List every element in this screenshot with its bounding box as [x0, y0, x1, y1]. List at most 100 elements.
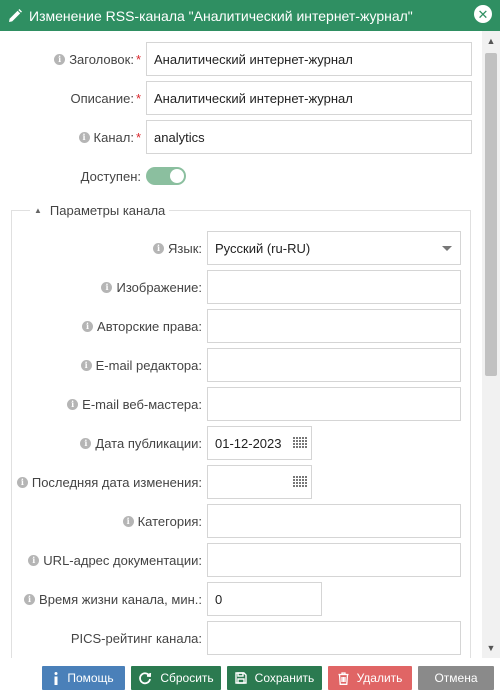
info-icon[interactable]: i	[80, 437, 92, 449]
info-icon[interactable]: i	[82, 320, 94, 332]
delete-button[interactable]: Удалить	[328, 666, 412, 690]
save-button[interactable]: Сохранить	[227, 666, 322, 690]
webmaster-email-row: i E-mail веб-мастера:	[0, 387, 482, 421]
image-input[interactable]	[207, 270, 461, 304]
scroll-down-icon[interactable]: ▼	[482, 640, 500, 656]
channel-params-legend[interactable]: ▲ Параметры канала	[30, 201, 170, 219]
title-input[interactable]: Аналитический интернет-журнал	[146, 42, 472, 76]
cancel-button[interactable]: Отмена	[418, 666, 494, 690]
image-label: i Изображение:	[0, 270, 202, 304]
description-input[interactable]: Аналитический интернет-журнал	[146, 81, 472, 115]
info-icon[interactable]: i	[28, 554, 40, 566]
category-input[interactable]	[207, 504, 461, 538]
editor-email-input[interactable]	[207, 348, 461, 382]
copyright-label: i Авторские права:	[0, 309, 202, 343]
copyright-label-text: Авторские права:	[97, 318, 202, 334]
required-mark: *	[135, 129, 141, 145]
last-build-row: i Последняя дата изменения:	[0, 465, 482, 499]
info-icon[interactable]: i	[78, 131, 90, 143]
info-icon	[53, 671, 59, 685]
description-label-text: Описание:	[70, 90, 134, 106]
category-row: i Категория:	[0, 504, 482, 538]
window-titlebar: Изменение RSS-канала "Аналитический инте…	[0, 0, 500, 31]
channel-label-text: Канал:	[93, 129, 134, 145]
info-icon[interactable]: i	[80, 359, 92, 371]
language-label-text: Язык:	[168, 240, 202, 256]
last-build-label: i Последняя дата изменения:	[0, 465, 202, 499]
trash-icon	[338, 671, 349, 685]
info-icon[interactable]: i	[101, 281, 113, 293]
chevron-down-icon	[442, 246, 452, 251]
description-label: Описание: *	[0, 81, 142, 115]
docs-label: i URL-адрес документации:	[0, 543, 202, 577]
image-row: i Изображение:	[0, 270, 482, 304]
ttl-row: i Время жизни канала, мин.: 0	[0, 582, 482, 616]
reset-button-label: Сбросить	[160, 671, 214, 685]
available-row: Доступен:	[0, 159, 482, 193]
ttl-label: i Время жизни канала, мин.:	[0, 582, 202, 616]
language-row: i Язык: Русский (ru-RU)	[0, 231, 482, 265]
title-row: i Заголовок: * Аналитический интернет-жур…	[0, 42, 482, 76]
pub-date-value: 01-12-2023	[215, 435, 282, 451]
help-button[interactable]: Помощь	[42, 666, 125, 690]
docs-row: i URL-адрес документации:	[0, 543, 482, 577]
save-button-label: Сохранить	[254, 671, 315, 685]
reset-button[interactable]: Сбросить	[131, 666, 221, 690]
editor-email-label: i E-mail редактора:	[0, 348, 202, 382]
scrollbar-thumb[interactable]	[485, 53, 497, 376]
pub-date-label-text: Дата публикации:	[95, 435, 202, 451]
calendar-icon[interactable]	[293, 476, 307, 489]
scroll-up-icon[interactable]: ▲	[482, 33, 500, 49]
description-row: Описание: * Аналитический интернет-журнал	[0, 81, 482, 115]
channel-input[interactable]: analytics	[146, 120, 472, 154]
ttl-input[interactable]: 0	[207, 582, 322, 616]
language-label: i Язык:	[0, 231, 202, 265]
calendar-icon[interactable]	[293, 437, 307, 450]
required-mark: *	[135, 90, 141, 106]
pub-date-input[interactable]: 01-12-2023	[207, 426, 312, 460]
category-label-text: Категория:	[137, 513, 202, 529]
pics-input[interactable]	[207, 621, 461, 655]
close-icon[interactable]: ✕	[474, 5, 492, 23]
help-button-label: Помощь	[67, 671, 114, 685]
copyright-row: i Авторские права:	[0, 309, 482, 343]
form-content: i Заголовок: * Аналитический интернет-жур…	[0, 31, 482, 658]
pub-date-label: i Дата публикации:	[0, 426, 202, 460]
info-icon[interactable]: i	[67, 398, 79, 410]
copyright-input[interactable]	[207, 309, 461, 343]
pub-date-row: i Дата публикации: 01-12-2023	[0, 426, 482, 460]
vertical-scrollbar[interactable]: ▲ ▼	[482, 31, 500, 658]
editor-email-row: i E-mail редактора:	[0, 348, 482, 382]
info-icon[interactable]: i	[16, 476, 28, 488]
docs-input[interactable]	[207, 543, 461, 577]
language-select[interactable]: Русский (ru-RU)	[207, 231, 461, 265]
last-build-input[interactable]	[207, 465, 312, 499]
toggle-knob	[170, 169, 184, 183]
info-icon[interactable]: i	[153, 242, 164, 254]
ttl-label-text: Время жизни канала, мин.:	[39, 591, 202, 607]
docs-label-text: URL-адрес документации:	[43, 552, 202, 568]
channel-params-legend-text: Параметры канала	[49, 202, 166, 218]
required-mark: *	[135, 51, 141, 67]
image-label-text: Изображение:	[116, 279, 202, 295]
title-label-text: Заголовок:	[69, 51, 134, 67]
channel-label: i Канал: *	[0, 120, 141, 154]
pics-row: PICS-рейтинг канала:	[0, 621, 482, 655]
webmaster-email-input[interactable]	[207, 387, 461, 421]
channel-row: i Канал: * analytics	[0, 120, 482, 154]
title-label: i Заголовок: *	[0, 42, 141, 76]
delete-button-label: Удалить	[356, 671, 403, 685]
dialog-footer: Помощь Сбросить Сохранить Удалить Отмена	[0, 658, 500, 696]
webmaster-email-label-text: E-mail веб-мастера:	[82, 396, 202, 412]
info-icon[interactable]: i	[24, 593, 36, 605]
pics-label: PICS-рейтинг канала:	[70, 630, 202, 646]
floppy-disk-icon	[234, 672, 247, 684]
info-icon[interactable]: i	[54, 53, 66, 65]
category-label: i Категория:	[0, 504, 202, 538]
window-title: Изменение RSS-канала "Аналитический инте…	[29, 7, 413, 24]
pencil-icon	[8, 8, 22, 23]
collapse-triangle-icon[interactable]: ▲	[34, 206, 42, 215]
editor-email-label-text: E-mail редактора:	[95, 357, 202, 373]
available-toggle[interactable]	[146, 167, 186, 185]
info-icon[interactable]: i	[122, 515, 134, 527]
